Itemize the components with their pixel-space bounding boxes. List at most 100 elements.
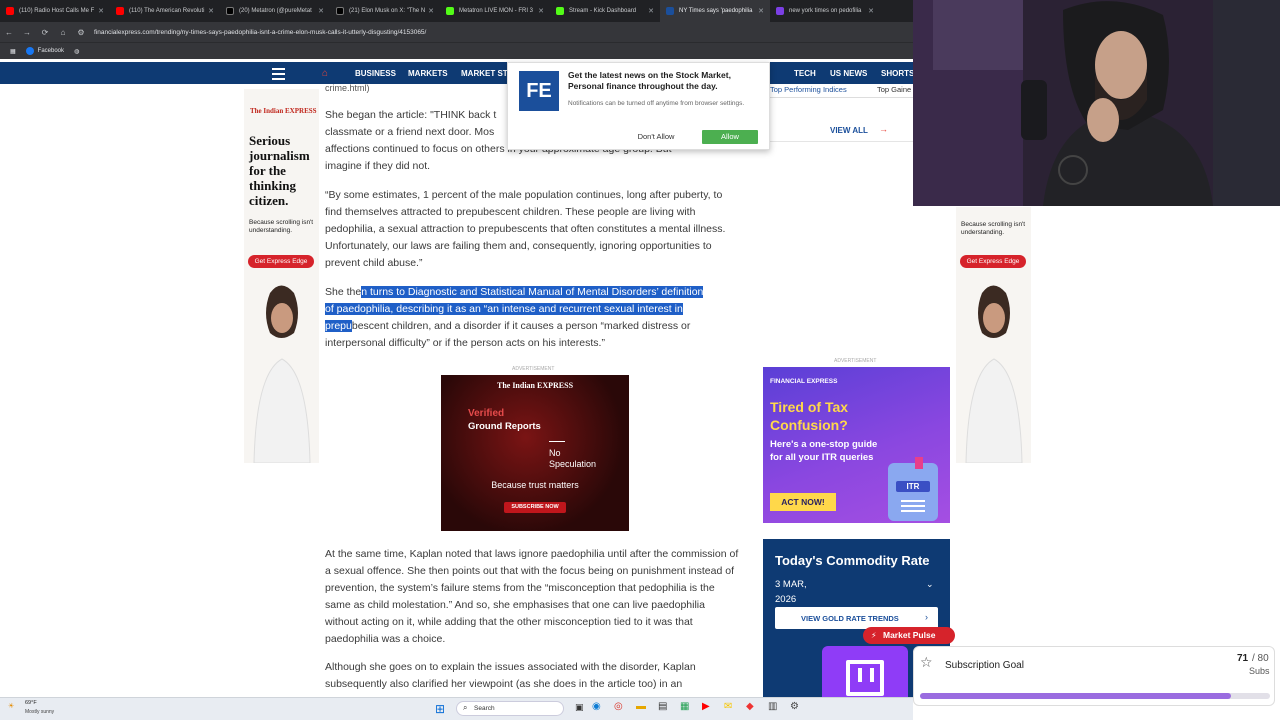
settings-icon[interactable]: ⚙ [790,701,799,712]
dont-allow-button[interactable]: Don't Allow [629,130,683,144]
close-icon[interactable]: ✕ [208,7,214,15]
goal-current: 71 [1237,653,1249,664]
commodity-date[interactable]: 3 MAR, 2026 [775,577,825,607]
weather-desc[interactable]: Mostly sunny [25,709,54,715]
advertisement-label: ADVERTISEMENT [834,358,877,364]
nav-us-news[interactable]: US NEWS [830,69,867,78]
nav-business[interactable]: BUSINESS [355,69,396,78]
windows-start-icon[interactable]: ⊞ [435,702,445,716]
address-bar[interactable]: financialexpress.com/trending/ny-times-s… [94,29,426,36]
ad-person-image [965,285,1023,463]
close-icon[interactable]: ✕ [98,7,104,15]
windows-taskbar: ☀ 69°F Mostly sunny ⊞ ⌕ Search ▣ ◉ ◎ ▬ ▤… [0,697,913,720]
site-info-icon[interactable]: ⚙ [72,28,90,37]
edge-icon[interactable]: ◉ [592,701,601,712]
reload-icon[interactable]: ⟳ [36,28,54,37]
ad-tagline: Because scrolling isn't understanding. [249,219,314,234]
browser-tab[interactable]: Stream - Kick Dashboard ✕ [550,0,660,22]
close-icon[interactable]: ✕ [538,7,544,15]
app-icon[interactable]: ▥ [768,701,777,712]
side-ad-left[interactable]: The Indian EXPRESS Serious journalism fo… [244,89,319,463]
browser-tab[interactable]: (21) Elon Musk on X: "The N ✕ [330,0,440,22]
subscription-goal-widget: ☆ Subscription Goal 71 / 80 Subs [913,646,1275,706]
tax-ad[interactable]: FINANCIAL EXPRESS Tired of Tax Confusion… [763,367,950,523]
side-ad-right[interactable]: Because scrolling isn't understanding. G… [956,207,1031,463]
ad-cta-button[interactable]: Get Express Edge [248,255,314,268]
ad-logo: The Indian EXPRESS [250,107,317,115]
bookmark-facebook[interactable]: Facebook [25,47,64,55]
back-icon[interactable]: ← [0,28,18,37]
streamer-webcam-image [913,0,1280,206]
ad-headline: Tired of Tax Confusion? [770,399,849,433]
mail-icon[interactable]: ✉ [724,701,732,712]
advertisement-label: ADVERTISEMENT [512,366,555,372]
browser-tab[interactable]: Metatron LIVE MON - FRI 3 ✕ [440,0,550,22]
browser-tab[interactable]: (110) Radio Host Calls Me F ✕ [0,0,110,22]
close-icon[interactable]: ✕ [648,7,654,15]
close-icon[interactable]: ✕ [428,7,434,15]
goal-unit: Subs [1249,666,1270,676]
kick-icon [446,7,454,15]
notification-prompt: FE Get the latest news on the Stock Mark… [507,62,770,150]
act-now-button[interactable]: ACT NOW! [770,493,836,511]
obs-icon[interactable]: ◆ [746,701,754,712]
text-selection: n turns to Diagnostic and Statistical Ma… [361,286,704,298]
nav-markets[interactable]: MARKETS [408,69,448,78]
ad-person-image [253,285,311,463]
apps-icon[interactable]: ▦ [10,48,16,55]
youtube-icon[interactable]: ▶ [702,701,710,712]
notification-subtitle: Notifications can be turned off anytime … [568,100,745,107]
goal-progress-track [920,693,1270,699]
subnav-top-performing[interactable]: Top Performing Indices [770,85,847,94]
allow-button[interactable]: Allow [702,130,758,144]
folder-icon[interactable]: ▬ [636,701,646,712]
weather-temp[interactable]: 69°F [25,700,37,706]
view-all-link[interactable]: VIEW ALL [830,126,868,135]
browser-tab-active[interactable]: NY Times says 'paedophilia ✕ [660,0,770,22]
fe-logo: FE [519,71,559,111]
goal-title: Subscription Goal [945,660,1024,671]
ad-logo: FINANCIAL EXPRESS [770,378,838,385]
gold-rate-button[interactable]: VIEW GOLD RATE TRENDS › [775,607,938,629]
browser-tab[interactable]: (110) The American Revoluti ✕ [110,0,220,22]
nav-market-st[interactable]: MARKET ST [461,69,508,78]
text-selection: of paedophilia, describing it as an “an … [325,303,683,315]
chevron-down-icon[interactable]: ⌄ [926,579,934,590]
taskbar-search[interactable]: ⌕ Search [456,701,564,716]
ad-text: Ground Reports [468,421,541,432]
forward-icon[interactable]: → [18,28,36,37]
home-icon[interactable]: ⌂ [54,28,72,37]
text-selection: prepu [325,320,352,332]
weather-icon: ☀ [8,703,15,710]
facebook-icon [25,47,34,55]
bookmarks-bar: ▦ Facebook ◍ [0,42,913,59]
spreadsheet-icon[interactable]: ▦ [680,701,689,712]
ad-cta-button[interactable]: Get Express Edge [960,255,1026,268]
browser-tab[interactable]: new york times on pedofilia ✕ [770,0,880,22]
ad-body: Here's a one-stop guide for all your ITR… [770,439,878,463]
chrome-icon[interactable]: ◎ [614,701,623,712]
market-subnav: Top Performing Indices Top Gaine [763,84,913,98]
home-icon[interactable]: ⌂ [322,68,328,79]
inline-ad-indian-express[interactable]: The Indian EXPRESS Verified Ground Repor… [441,375,629,531]
yahoo-icon [776,7,784,15]
nav-shorts[interactable]: SHORTS [881,69,914,78]
globe-icon[interactable]: ◍ [74,48,79,55]
pulse-icon: ⚡ [871,631,877,640]
subscribe-button[interactable]: SUBSCRIBE NOW [504,502,566,513]
close-icon[interactable]: ✕ [868,7,874,15]
browser-toolbar: ← → ⟳ ⌂ ⚙ financialexpress.com/trending/… [0,22,913,42]
browser-tab[interactable]: (20) Metatron (@pureMetat ✕ [220,0,330,22]
market-pulse-button[interactable]: ⚡ Market Pulse [863,627,955,644]
kick-icon [556,7,564,15]
hamburger-menu-icon[interactable] [272,68,285,83]
task-view-icon[interactable]: ▣ [575,702,584,713]
article-paragraph: “By some estimates, 1 percent of the mal… [325,189,726,269]
subnav-top-gainers[interactable]: Top Gaine [877,85,911,94]
nav-tech[interactable]: TECH [794,69,816,78]
close-icon[interactable]: ✕ [318,7,324,15]
x-icon [226,7,234,15]
store-icon[interactable]: ▤ [658,701,667,712]
ad-tagline: Because scrolling isn't understanding. [961,221,1026,236]
close-icon[interactable]: ✕ [758,7,764,15]
